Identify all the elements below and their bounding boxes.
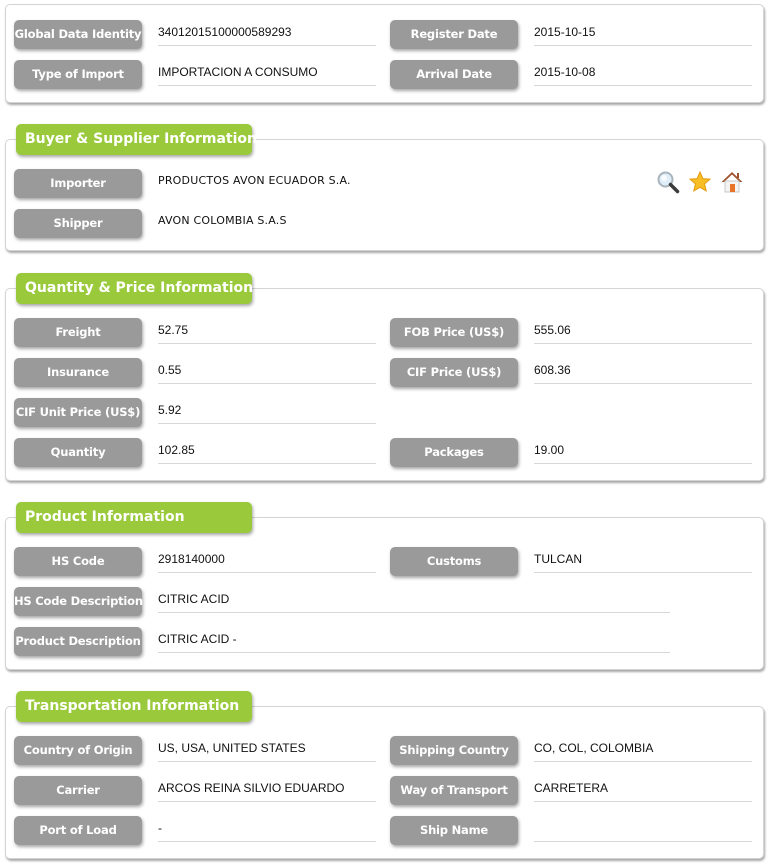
packages-value: 19.00	[534, 440, 752, 464]
type-of-import-label: Type of Import	[14, 60, 142, 89]
insurance-label: Insurance	[14, 358, 142, 387]
cif-price-value: 608.36	[534, 360, 752, 384]
carrier-label: Carrier	[14, 776, 142, 805]
customs-label: Customs	[390, 547, 518, 576]
home-icon[interactable]	[720, 170, 744, 194]
cif-price-label: CIF Price (US$)	[390, 358, 518, 387]
action-icons	[656, 170, 744, 194]
register-date-value: 2015-10-15	[534, 22, 752, 46]
register-date-label: Register Date	[390, 20, 518, 49]
country-of-origin-label: Country of Origin	[14, 736, 142, 765]
product-description-value: CITRIC ACID -	[158, 629, 670, 653]
quantity-label: Quantity	[14, 438, 142, 467]
shipper-value[interactable]: AVON COLOMBIA S.A.S	[158, 211, 558, 235]
freight-value: 52.75	[158, 320, 376, 344]
ship-name-value	[534, 818, 752, 842]
shipper-label: Shipper	[14, 209, 142, 238]
quantity-value: 102.85	[158, 440, 376, 464]
shipping-country-label: Shipping Country	[390, 736, 518, 765]
hs-code-value: 2918140000	[158, 549, 376, 573]
carrier-value: ARCOS REINA SILVIO EDUARDO	[158, 778, 376, 802]
arrival-date-label: Arrival Date	[390, 60, 518, 89]
hs-code-label: HS Code	[14, 547, 142, 576]
hs-code-description-value: CITRIC ACID	[158, 589, 670, 613]
quantity-price-section-title: Quantity & Price Information	[16, 273, 253, 304]
cif-unit-price-label: CIF Unit Price (US$)	[14, 398, 142, 427]
fob-price-label: FOB Price (US$)	[390, 318, 518, 347]
global-data-identity-label: Global Data Identity	[14, 20, 142, 49]
fob-price-value: 555.06	[534, 320, 752, 344]
buyer-supplier-section-title: Buyer & Supplier Information	[16, 124, 257, 155]
freight-label: Freight	[14, 318, 142, 347]
ship-name-label: Ship Name	[390, 816, 518, 845]
importer-value[interactable]: PRODUCTOS AVON ECUADOR S.A.	[158, 171, 558, 195]
shipping-country-value: CO, COL, COLOMBIA	[534, 738, 752, 762]
type-of-import-value: IMPORTACION A CONSUMO	[158, 62, 376, 86]
port-of-load-label: Port of Load	[14, 816, 142, 845]
customs-value: TULCAN	[534, 549, 752, 573]
global-data-identity-value: 34012015100000589293	[158, 22, 376, 46]
star-icon[interactable]	[688, 170, 712, 194]
search-icon[interactable]	[656, 170, 680, 194]
cif-unit-price-value: 5.92	[158, 400, 376, 424]
port-of-load-value: -	[158, 818, 376, 842]
way-of-transport-value: CARRETERA	[534, 778, 752, 802]
importer-label: Importer	[14, 169, 142, 198]
insurance-value: 0.55	[158, 360, 376, 384]
product-section-title: Product Information	[16, 502, 252, 533]
arrival-date-value: 2015-10-08	[534, 62, 752, 86]
hs-code-description-label: HS Code Description	[14, 587, 143, 616]
transportation-section-title: Transportation Information	[16, 691, 252, 722]
country-of-origin-value: US, USA, UNITED STATES	[158, 738, 376, 762]
packages-label: Packages	[390, 438, 518, 467]
product-description-label: Product Description	[14, 627, 142, 656]
way-of-transport-label: Way of Transport	[390, 776, 518, 805]
